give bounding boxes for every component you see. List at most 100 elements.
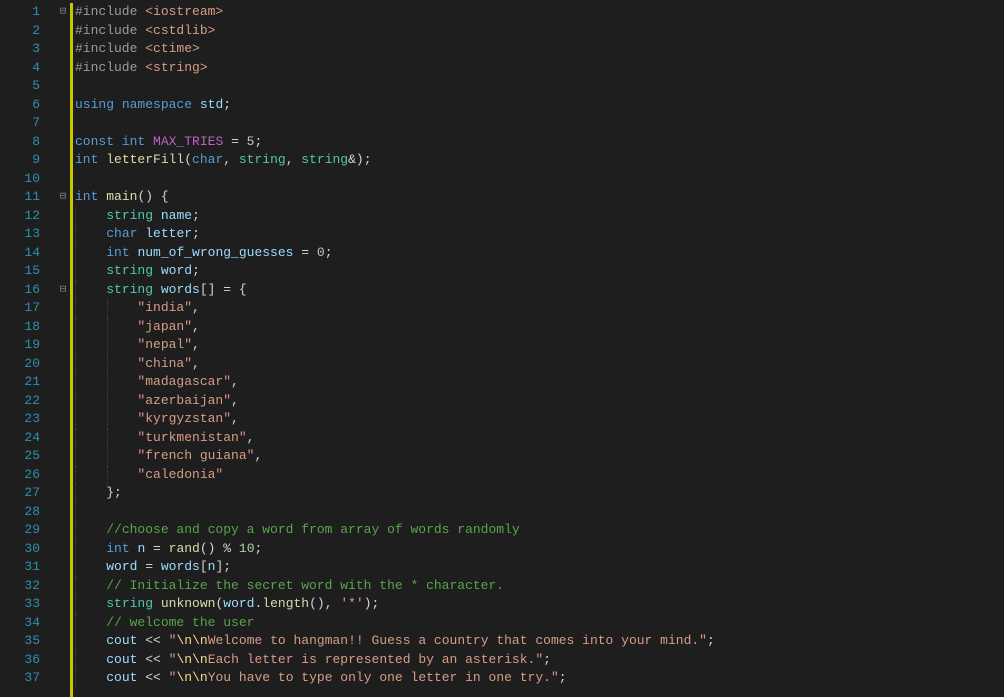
code-line[interactable]: "india", <box>75 299 1004 318</box>
line-number: 17 <box>0 299 56 318</box>
code-line[interactable]: char letter; <box>75 225 1004 244</box>
indent-guide <box>75 577 76 596</box>
fold-toggle-icon[interactable]: ⊟ <box>56 188 70 207</box>
code-line[interactable]: using namespace std; <box>75 96 1004 115</box>
token-plain <box>75 633 106 648</box>
code-line[interactable]: int n = rand() % 10; <box>75 540 1004 559</box>
code-line[interactable]: "caledonia" <box>75 466 1004 485</box>
indent-guide <box>107 410 108 429</box>
indent-guide <box>75 466 76 485</box>
line-number: 31 <box>0 558 56 577</box>
token-plain <box>75 226 106 241</box>
fold-spacer <box>56 114 70 133</box>
token-class: string <box>106 282 153 297</box>
fold-spacer <box>56 299 70 318</box>
code-line[interactable]: word = words[n]; <box>75 558 1004 577</box>
token-plain: , <box>254 448 262 463</box>
code-line[interactable]: #include <iostream> <box>75 3 1004 22</box>
token-plain <box>153 208 161 223</box>
token-ident: length <box>262 596 309 611</box>
line-number: 4 <box>0 59 56 78</box>
token-plain: ); <box>364 596 380 611</box>
code-line[interactable]: cout << "\n\nWelcome to hangman!! Guess … <box>75 632 1004 651</box>
token-plain: , <box>286 152 302 167</box>
indent-guide <box>75 373 76 392</box>
code-line[interactable]: string unknown(word.length(), '*'); <box>75 595 1004 614</box>
indent-guide <box>75 632 76 651</box>
fold-spacer <box>56 59 70 78</box>
fold-spacer <box>56 22 70 41</box>
token-plain: , <box>231 411 239 426</box>
code-line[interactable]: "kyrgyzstan", <box>75 410 1004 429</box>
code-text-area[interactable]: #include <iostream>#include <cstdlib>#in… <box>73 0 1004 697</box>
code-line[interactable]: "china", <box>75 355 1004 374</box>
code-line[interactable]: #include <ctime> <box>75 40 1004 59</box>
code-line[interactable]: "madagascar", <box>75 373 1004 392</box>
line-number: 23 <box>0 410 56 429</box>
code-line[interactable]: "turkmenistan", <box>75 429 1004 448</box>
fold-spacer <box>56 318 70 337</box>
fold-spacer <box>56 447 70 466</box>
token-plain <box>75 245 106 260</box>
fold-spacer <box>56 244 70 263</box>
token-var: cout <box>106 633 137 648</box>
fold-toggle-icon[interactable]: ⊟ <box>56 281 70 300</box>
code-line[interactable] <box>75 114 1004 133</box>
code-line[interactable]: // welcome the user <box>75 614 1004 633</box>
token-string: <cstdlib> <box>145 23 215 38</box>
code-line[interactable]: string word; <box>75 262 1004 281</box>
line-number: 32 <box>0 577 56 596</box>
fold-column: ⊟ ⊟ ⊟ <box>56 0 70 697</box>
token-type: int <box>75 189 98 204</box>
line-number: 2 <box>0 22 56 41</box>
code-line[interactable]: #include <string> <box>75 59 1004 78</box>
code-line[interactable]: "japan", <box>75 318 1004 337</box>
token-plain: }; <box>75 485 122 500</box>
token-ident: main <box>106 189 137 204</box>
code-line[interactable]: string name; <box>75 207 1004 226</box>
code-line[interactable]: //choose and copy a word from array of w… <box>75 521 1004 540</box>
code-line[interactable]: int letterFill(char, string, string&); <box>75 151 1004 170</box>
code-line[interactable]: // Initialize the secret word with the *… <box>75 577 1004 596</box>
code-line[interactable]: #include <cstdlib> <box>75 22 1004 41</box>
token-plain <box>153 282 161 297</box>
token-string: "kyrgyzstan" <box>137 411 231 426</box>
token-plain: ]; <box>215 559 231 574</box>
code-line[interactable]: "azerbaijan", <box>75 392 1004 411</box>
token-macro: MAX_TRIES <box>153 134 223 149</box>
fold-spacer <box>56 632 70 651</box>
token-class: string <box>106 208 153 223</box>
token-var: words <box>161 559 200 574</box>
token-num: 10 <box>239 541 255 556</box>
token-plain <box>114 134 122 149</box>
code-line[interactable]: "nepal", <box>75 336 1004 355</box>
line-number: 7 <box>0 114 56 133</box>
token-class: string <box>239 152 286 167</box>
line-number: 36 <box>0 651 56 670</box>
token-var: cout <box>106 652 137 667</box>
code-line[interactable] <box>75 77 1004 96</box>
indent-guide <box>75 336 76 355</box>
code-line[interactable]: }; <box>75 484 1004 503</box>
code-line[interactable]: string words[] = { <box>75 281 1004 300</box>
code-line[interactable] <box>75 503 1004 522</box>
token-plain: ; <box>559 670 567 685</box>
line-number: 37 <box>0 669 56 688</box>
code-line[interactable]: cout << "\n\nYou have to type only one l… <box>75 669 1004 688</box>
fold-spacer <box>56 410 70 429</box>
token-comment: // welcome the user <box>106 615 254 630</box>
code-line[interactable]: int main() { <box>75 188 1004 207</box>
code-line[interactable]: int num_of_wrong_guesses = 0; <box>75 244 1004 263</box>
token-preproc: #include <box>75 60 145 75</box>
code-line[interactable]: "french guiana", <box>75 447 1004 466</box>
indent-guide <box>75 299 76 318</box>
line-number: 1 <box>0 3 56 22</box>
indent-guide <box>75 225 76 244</box>
code-line[interactable]: const int MAX_TRIES = 5; <box>75 133 1004 152</box>
fold-toggle-icon[interactable]: ⊟ <box>56 3 70 22</box>
code-line[interactable] <box>75 170 1004 189</box>
indent-guide <box>75 281 76 300</box>
token-plain: , <box>247 430 255 445</box>
fold-spacer <box>56 558 70 577</box>
code-line[interactable]: cout << "\n\nEach letter is represented … <box>75 651 1004 670</box>
